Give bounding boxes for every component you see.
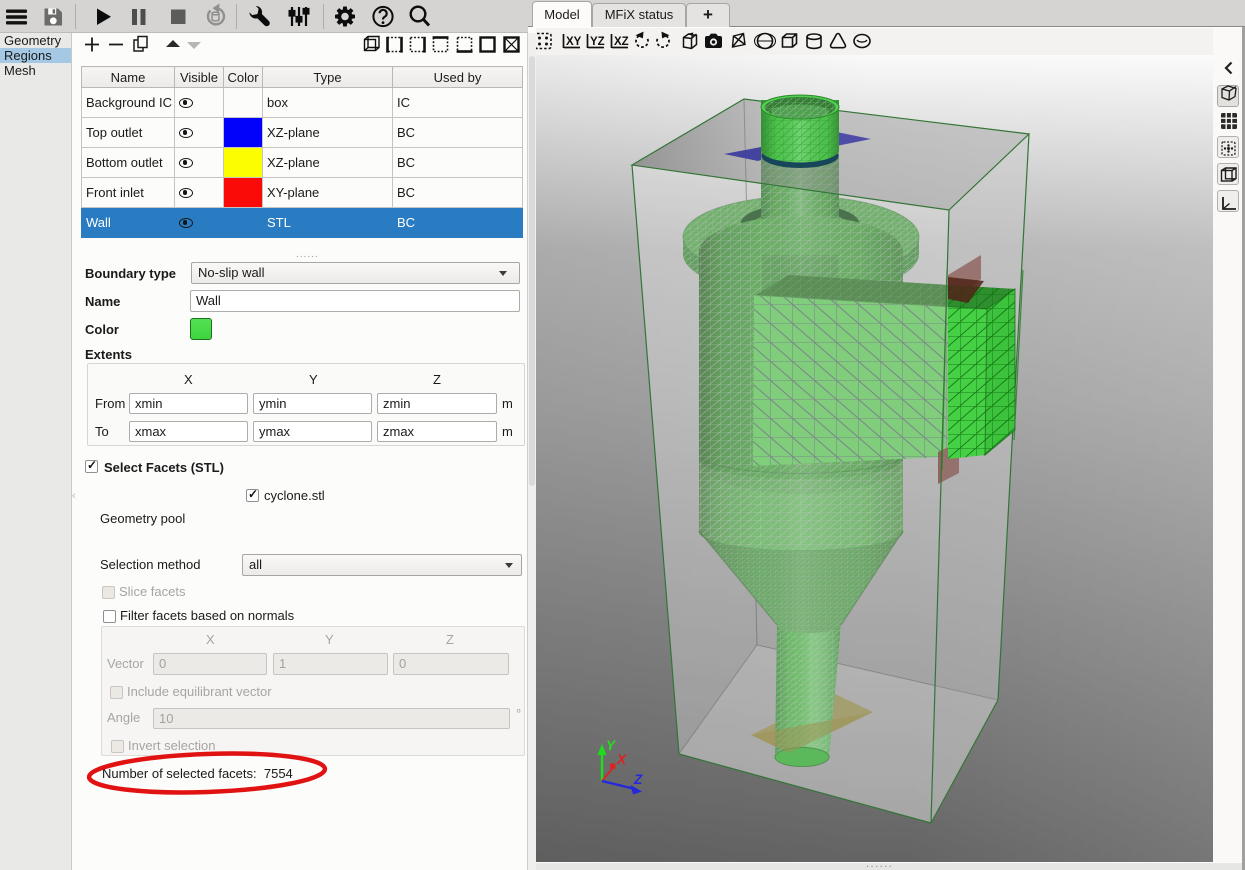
- svg-text:X: X: [616, 752, 627, 767]
- svg-text:XZ: XZ: [614, 36, 629, 48]
- svg-text:YZ: YZ: [590, 36, 605, 48]
- svg-text:XY: XY: [566, 36, 582, 48]
- svg-text:Z: Z: [633, 772, 643, 787]
